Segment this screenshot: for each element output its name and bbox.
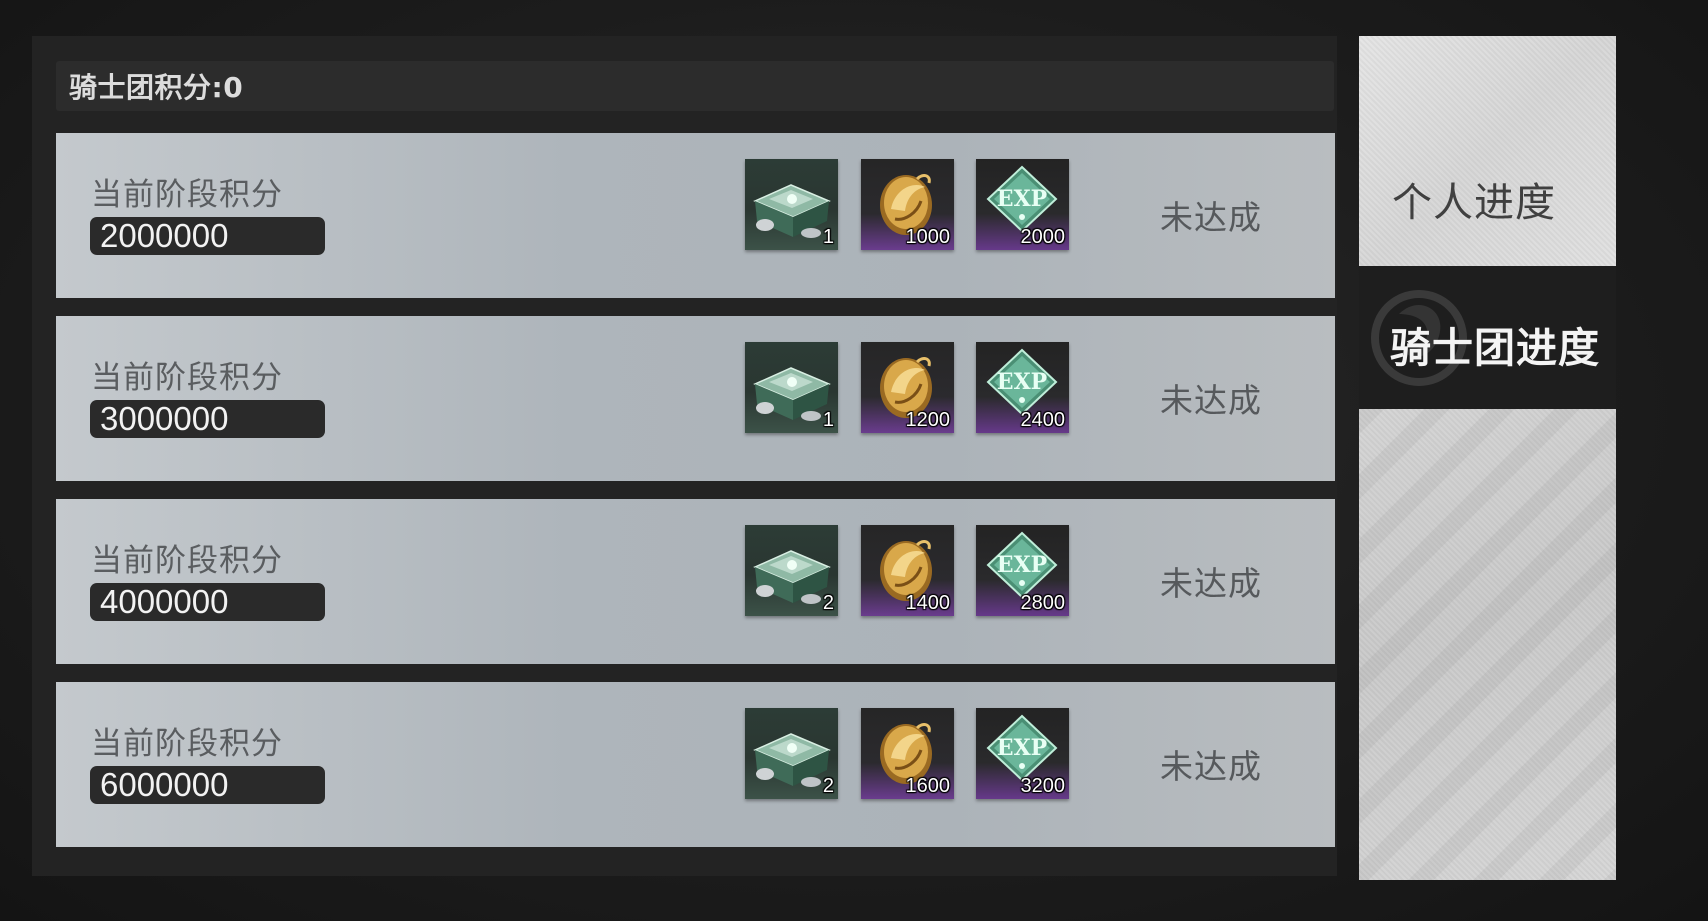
- reward-quantity: 2000: [1020, 226, 1066, 248]
- reward-chest[interactable]: 1: [745, 342, 838, 433]
- reward-chest[interactable]: 2: [745, 708, 838, 799]
- reward-coin[interactable]: 1400: [861, 525, 954, 616]
- knight-score-bar: 骑士团积分:0: [56, 61, 1334, 111]
- stage-row: 当前阶段积分 6000000 2 1600 EXP 3200 未达成: [56, 682, 1335, 847]
- svg-text:EXP: EXP: [997, 552, 1047, 578]
- stage-score-value: 6000000: [90, 766, 325, 804]
- status-text: 未达成: [1160, 747, 1262, 786]
- stage-label: 当前阶段积分: [91, 177, 283, 213]
- stage-row: 当前阶段积分 2000000 1 1000 EXP 2000 未达成: [56, 133, 1335, 298]
- stage-label: 当前阶段积分: [91, 360, 283, 396]
- reward-chest[interactable]: 2: [745, 525, 838, 616]
- reward-exp[interactable]: EXP 2000: [976, 159, 1069, 250]
- reward-quantity: 2400: [1020, 409, 1066, 431]
- stage-row: 当前阶段积分 3000000 1 1200 EXP 2400 未达成: [56, 316, 1335, 481]
- reward-coin[interactable]: 1200: [861, 342, 954, 433]
- reward-quantity: 1: [822, 226, 834, 248]
- tab-personal-progress-label: 个人进度: [1392, 180, 1556, 226]
- reward-coin[interactable]: 1600: [861, 708, 954, 799]
- reward-quantity: 1400: [905, 592, 951, 614]
- svg-text:EXP: EXP: [997, 369, 1047, 395]
- reward-quantity: 3200: [1020, 775, 1066, 797]
- reward-quantity: 2: [822, 592, 834, 614]
- svg-text:EXP: EXP: [997, 186, 1047, 212]
- reward-chest[interactable]: 1: [745, 159, 838, 250]
- knight-score-text: 骑士团积分:0: [69, 71, 244, 104]
- reward-quantity: 1200: [905, 409, 951, 431]
- status-text: 未达成: [1160, 564, 1262, 603]
- stage-score-value: 4000000: [90, 583, 325, 621]
- stage-row: 当前阶段积分 4000000 2 1400 EXP 2800 未达成: [56, 499, 1335, 664]
- tab-personal-progress[interactable]: 个人进度: [1359, 36, 1616, 266]
- status-text: 未达成: [1160, 381, 1262, 420]
- tab-empty-area: [1359, 409, 1616, 880]
- reward-quantity: 1000: [905, 226, 951, 248]
- reward-exp[interactable]: EXP 2400: [976, 342, 1069, 433]
- svg-text:EXP: EXP: [997, 735, 1047, 761]
- reward-exp[interactable]: EXP 2800: [976, 525, 1069, 616]
- status-text: 未达成: [1160, 198, 1262, 237]
- reward-quantity: 1600: [905, 775, 951, 797]
- reward-quantity: 2: [822, 775, 834, 797]
- stage-label: 当前阶段积分: [91, 543, 283, 579]
- stage-score-value: 2000000: [90, 217, 325, 255]
- stage-score-value: 3000000: [90, 400, 325, 438]
- reward-quantity: 1: [822, 409, 834, 431]
- reward-exp[interactable]: EXP 3200: [976, 708, 1069, 799]
- tab-knight-progress-label: 骑士团进度: [1390, 324, 1600, 372]
- tab-knight-progress[interactable]: 骑士团进度: [1359, 266, 1616, 409]
- reward-quantity: 2800: [1020, 592, 1066, 614]
- stage-label: 当前阶段积分: [91, 726, 283, 762]
- reward-coin[interactable]: 1000: [861, 159, 954, 250]
